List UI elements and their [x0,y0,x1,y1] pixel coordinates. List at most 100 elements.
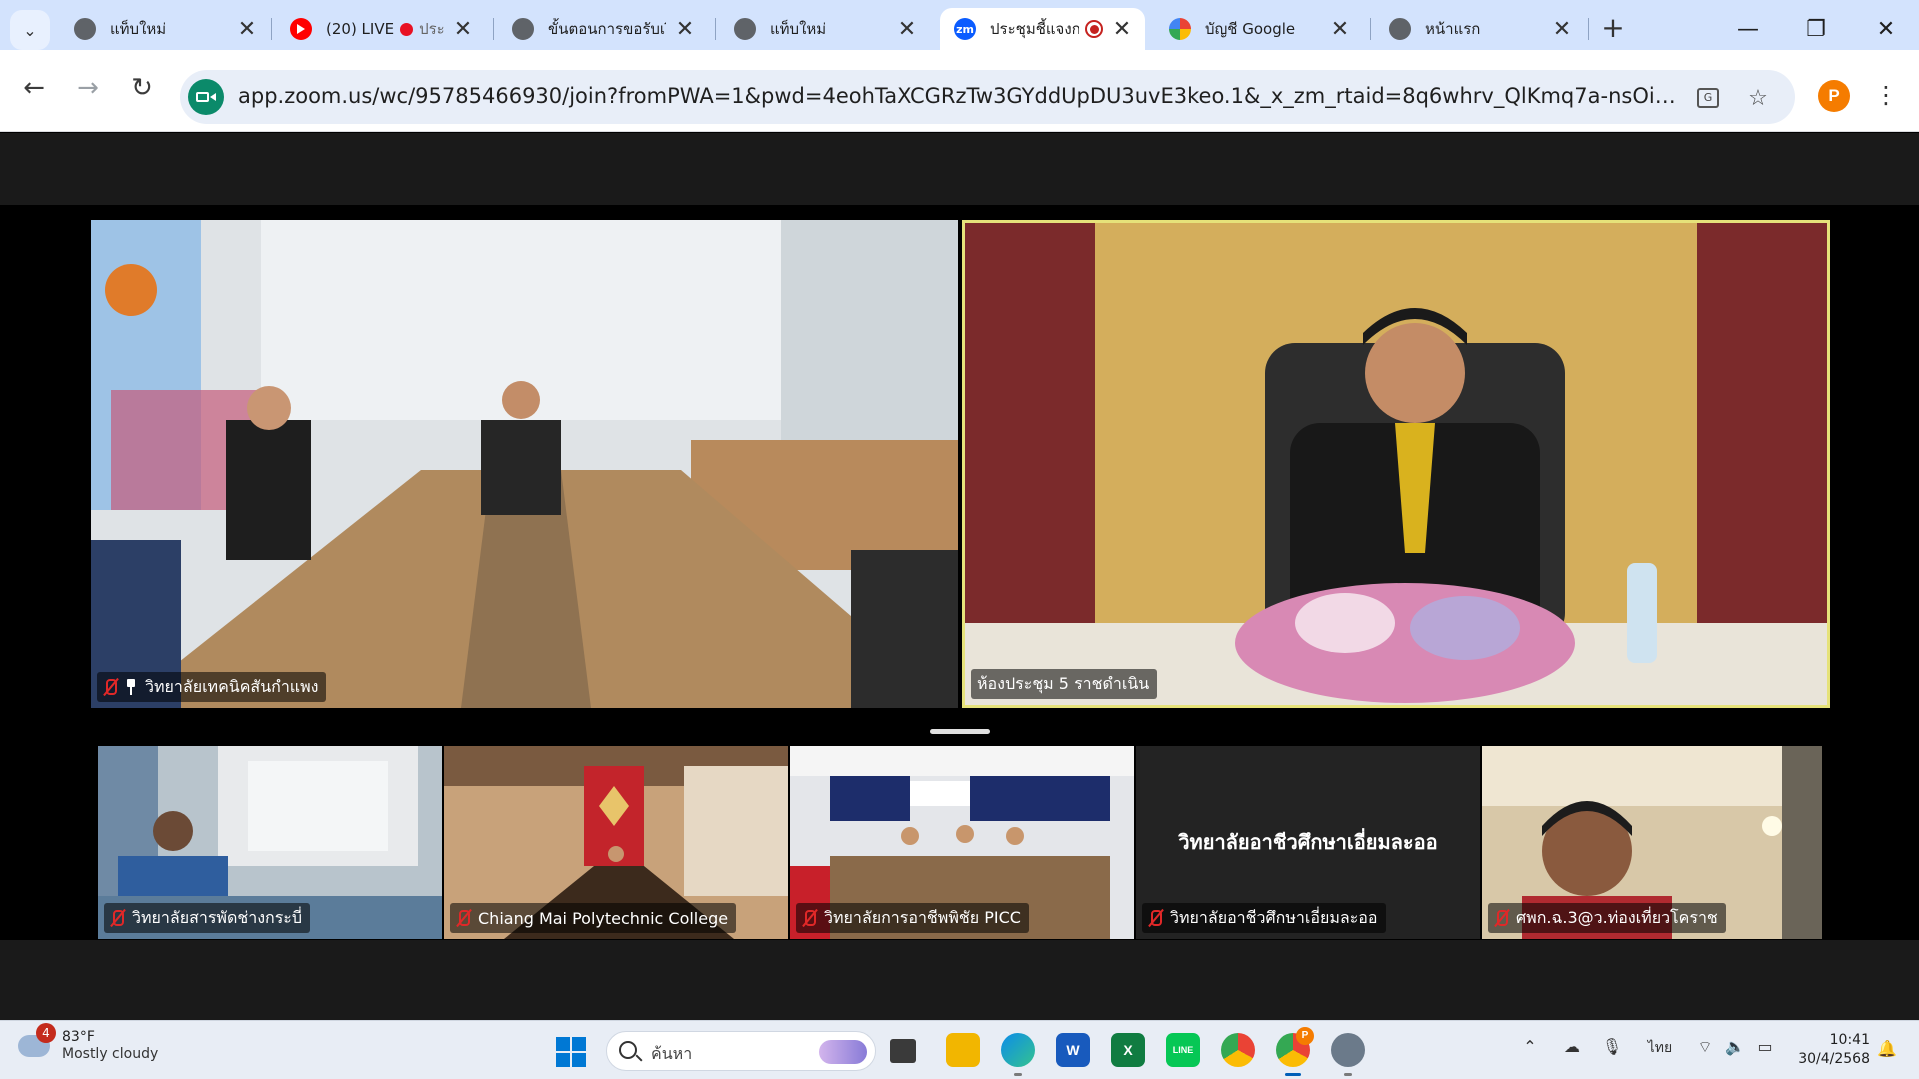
video-tile-main-right[interactable]: ห้องประชุม 5 ราชดำเนิน [962,220,1830,708]
video-feed-speaker [965,223,1827,705]
search-placeholder: ค้นหา [651,1044,693,1063]
notification-bell-icon[interactable]: 🔔 [1876,1039,1898,1061]
mic-muted-icon [103,678,119,696]
reload-icon[interactable]: ↻ [122,68,162,108]
tab-new-tab-2[interactable]: แท็บใหม่ ✕ [720,8,930,50]
onedrive-cloud-icon[interactable]: ☁ [1559,1037,1585,1056]
participant-name: วิทยาลัยอาชีวศึกษาเอี่ยมละออ [1170,907,1378,927]
tab-procedure[interactable]: ขั้นตอนการขอรับเงิ ✕ [498,8,708,50]
video-tile-main-left[interactable]: วิทยาลัยเทคนิคสันกำแพง [91,220,958,708]
system-clock[interactable]: 10:41 30/4/2568 [1790,1031,1870,1069]
search-highlight-icon [819,1040,867,1064]
battery-icon[interactable]: ▭ [1752,1037,1778,1056]
participant-name: ห้องประชุม 5 ราชดำเนิน [977,673,1150,693]
edge-icon[interactable] [1001,1033,1035,1076]
close-icon[interactable]: ✕ [896,17,918,42]
browser-toolbar: ← → ↻ app.zoom.us/wc/95785466930/join?fr… [0,50,1919,132]
close-icon[interactable]: ✕ [1329,17,1351,42]
word-icon[interactable]: W [1056,1033,1090,1067]
participant-center-name: วิทยาลัยอาชีวศึกษาเอี่ยมละออ [1178,830,1438,854]
tab-title-suffix: ประ [419,20,444,38]
mic-muted-icon [1494,909,1510,927]
close-icon[interactable]: ✕ [236,17,258,42]
new-tab-button[interactable]: + [1598,14,1628,44]
participant-name: วิทยาลัยเทคนิคสันกำแพง [145,676,319,696]
input-language-indicator[interactable]: ไทย [1645,1037,1675,1059]
bookmark-star-icon[interactable]: ☆ [1743,83,1773,113]
address-bar[interactable]: app.zoom.us/wc/95785466930/join?fromPWA=… [180,70,1795,124]
globe-icon [734,18,756,40]
line-icon[interactable]: LINE [1166,1033,1200,1067]
mic-muted-icon [1148,909,1164,927]
zoom-site-icon[interactable] [188,79,224,115]
close-window-icon[interactable]: ✕ [1866,10,1906,50]
clock-time: 10:41 [1829,1032,1870,1048]
close-icon[interactable]: ✕ [452,17,474,42]
chevron-down-icon: ⌄ [23,20,37,40]
participant-label: ศพก.ฉ.3@ว.ท่องเที่ยวโคราช [1488,903,1726,933]
translate-icon[interactable]: G [1693,83,1723,113]
tab-zoom-meeting[interactable]: zm ประชุมชี้แจงก ✕ [940,8,1145,50]
video-tile-thumbnail[interactable]: วิทยาลัยการอาชีพพิชัย PICC [790,746,1134,939]
start-button[interactable] [556,1037,586,1067]
globe-icon [512,18,534,40]
profile-avatar[interactable]: P [1818,80,1850,112]
wifi-icon[interactable]: ⌔ [1692,1037,1718,1057]
chrome-icon[interactable] [1221,1033,1255,1067]
weather-temperature: 83°F [62,1029,95,1045]
back-icon[interactable]: ← [14,68,54,108]
tab-title: บัญชี Google [1205,20,1296,38]
zoom-bottom-bar [0,940,1919,1020]
weather-widget[interactable]: 4 83°F Mostly cloudy [18,1023,158,1063]
settings-gear-icon[interactable] [1331,1033,1365,1076]
recording-icon [1085,20,1103,38]
video-tile-thumbnail[interactable]: Chiang Mai Polytechnic College [444,746,788,939]
mic-muted-icon [802,909,818,927]
mic-muted-icon [456,909,472,927]
tab-separator [1370,18,1371,40]
tab-title: ประชุมชี้แจงก [990,20,1079,38]
participant-label: ห้องประชุม 5 ราชดำเนิน [971,669,1158,699]
pin-icon [125,679,137,695]
windows-logo-icon [556,1037,570,1051]
video-tile-thumbnail-no-video[interactable]: วิทยาลัยอาชีวศึกษาเอี่ยมละออ วิทยาลัยอาช… [1136,746,1480,939]
gallery-resize-handle[interactable] [930,729,990,734]
windows-taskbar: 4 83°F Mostly cloudy ค้นหา W X LINE P ⌃ … [0,1020,1919,1079]
google-icon [1169,18,1191,40]
volume-icon[interactable]: 🔈 [1722,1037,1748,1056]
chrome-profile-icon[interactable]: P [1276,1027,1314,1076]
close-icon[interactable]: ✕ [674,17,696,42]
participant-name: วิทยาลัยการอาชีพพิชัย PICC [824,907,1021,927]
excel-icon[interactable]: X [1111,1033,1145,1067]
task-view-icon[interactable] [890,1039,916,1063]
participant-label: Chiang Mai Polytechnic College [450,903,737,933]
video-tile-thumbnail[interactable]: ศพก.ฉ.3@ว.ท่องเที่ยวโคราช [1482,746,1822,939]
tab-title: หน้าแรก [1425,20,1481,38]
file-explorer-icon[interactable] [946,1033,980,1067]
chrome-profile-badge: P [1296,1027,1314,1045]
tab-search-button[interactable]: ⌄ [10,10,50,50]
forward-icon[interactable]: → [68,68,108,108]
tab-separator [493,18,494,40]
url-text[interactable]: app.zoom.us/wc/95785466930/join?fromPWA=… [238,84,1688,108]
microphone-icon[interactable]: 🎙 [1599,1037,1625,1056]
tab-home[interactable]: หน้าแรก ✕ [1375,8,1585,50]
close-icon[interactable]: ✕ [1111,17,1133,42]
video-tile-thumbnail[interactable]: วิทยาลัยสารพัดช่างกระบี่ [98,746,442,939]
taskbar-search[interactable]: ค้นหา [606,1031,876,1071]
tab-separator [271,18,272,40]
tab-title: ขั้นตอนการขอรับเงิ [548,20,666,38]
minimize-icon[interactable]: — [1728,10,1768,50]
mic-muted-icon [110,909,126,927]
browser-menu-icon[interactable]: ⋮ [1874,78,1898,114]
show-hidden-icons-chevron-icon[interactable]: ⌃ [1517,1037,1543,1056]
tab-new-tab-1[interactable]: แท็บใหม่ ✕ [60,8,270,50]
close-icon[interactable]: ✕ [1551,17,1573,42]
restore-icon[interactable]: ❐ [1796,10,1836,50]
tab-youtube-live[interactable]: (20) LIVE ประ ✕ [276,8,486,50]
participant-name: วิทยาลัยสารพัดช่างกระบี่ [132,907,303,927]
search-icon [619,1041,637,1059]
globe-icon [1389,18,1411,40]
tab-google-account[interactable]: บัญชี Google ✕ [1155,8,1363,50]
live-dot-icon [400,23,414,36]
